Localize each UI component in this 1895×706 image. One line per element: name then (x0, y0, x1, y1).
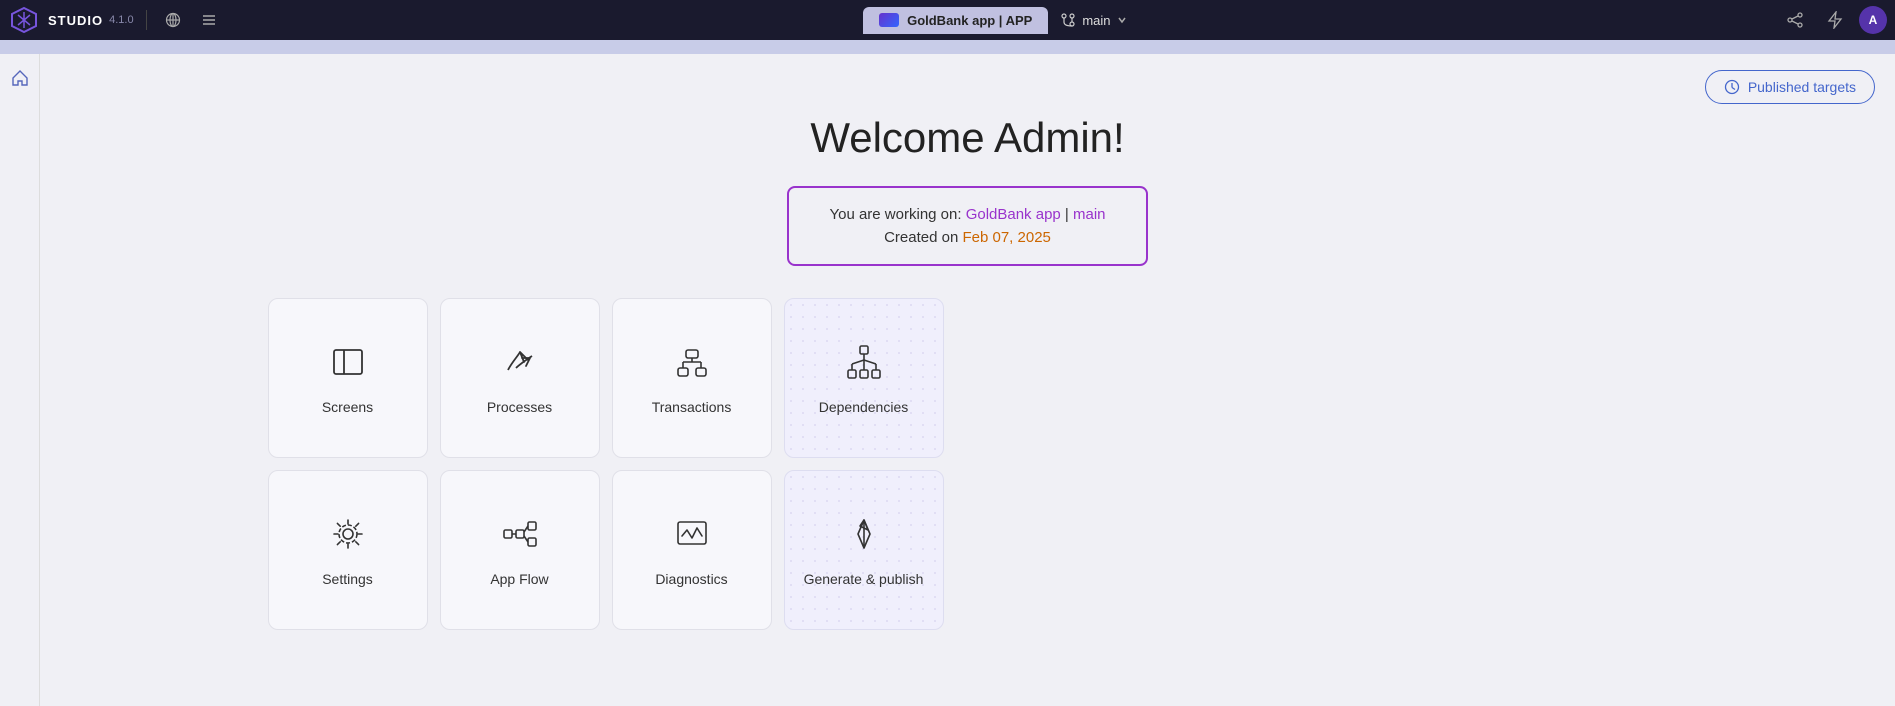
topbar: STUDIO 4.1.0 GoldBank app | APP (0, 0, 1895, 40)
created-on-prefix: Created on (884, 229, 962, 246)
topbar-divider (146, 10, 147, 30)
screens-icon (328, 342, 368, 389)
created-date: Feb 07, 2025 (962, 229, 1050, 246)
screens-label: Screens (322, 399, 373, 415)
branch-link[interactable]: main (1073, 206, 1106, 223)
main-content: Published targets Welcome Admin! You are… (40, 54, 1895, 706)
menu-icon[interactable] (195, 6, 223, 34)
studio-label: STUDIO (48, 13, 103, 28)
studio-brand: STUDIO 4.1.0 (48, 13, 134, 28)
user-avatar[interactable]: A (1859, 6, 1887, 34)
topbar-center: GoldBank app | APP main (231, 6, 1771, 34)
tile-generate-publish[interactable]: Generate & publish (784, 470, 944, 630)
transactions-label: Transactions (652, 399, 732, 415)
app-flow-label: App Flow (490, 571, 548, 587)
processes-icon (500, 342, 540, 389)
diagnostics-icon (672, 514, 712, 561)
settings-icon (328, 514, 368, 561)
app-tab-label: GoldBank app | APP (907, 13, 1032, 28)
working-on-text: You are working on: GoldBank app | main (829, 206, 1105, 223)
app-flow-icon (500, 514, 540, 561)
welcome-info-box: You are working on: GoldBank app | main … (787, 186, 1147, 266)
sidebar (0, 54, 40, 706)
secondary-bar (0, 40, 1895, 54)
home-icon[interactable] (4, 62, 36, 94)
share-icon[interactable] (1779, 4, 1811, 36)
app-link[interactable]: GoldBank app (966, 206, 1061, 223)
welcome-title: Welcome Admin! (810, 114, 1124, 162)
tile-app-flow[interactable]: App Flow (440, 470, 600, 630)
app-tab[interactable]: GoldBank app | APP (863, 7, 1048, 34)
tile-diagnostics[interactable]: Diagnostics (612, 470, 772, 630)
processes-label: Processes (487, 399, 552, 415)
lightning-icon[interactable] (1819, 4, 1851, 36)
tile-processes[interactable]: Processes (440, 298, 600, 458)
tile-screens[interactable]: Screens (268, 298, 428, 458)
welcome-section: Welcome Admin! You are working on: GoldB… (60, 114, 1875, 630)
branch-label: main (1082, 13, 1110, 28)
tile-transactions[interactable]: Transactions (612, 298, 772, 458)
generate-publish-icon (844, 514, 884, 561)
settings-label: Settings (322, 571, 373, 587)
studio-version: 4.1.0 (109, 14, 133, 26)
working-on-prefix: You are working on: (829, 206, 965, 223)
published-targets-label: Published targets (1748, 79, 1856, 95)
generate-publish-label: Generate & publish (804, 571, 924, 587)
branch-selector[interactable]: main (1048, 6, 1138, 34)
diagnostics-label: Diagnostics (655, 571, 727, 587)
globe-icon[interactable] (159, 6, 187, 34)
logo[interactable] (8, 4, 40, 36)
avatar-initial: A (1869, 13, 1878, 27)
dependencies-label: Dependencies (819, 399, 909, 415)
separator: | (1061, 206, 1073, 223)
topbar-right: A (1779, 4, 1887, 36)
dependencies-icon (844, 342, 884, 389)
created-on-text: Created on Feb 07, 2025 (829, 229, 1105, 246)
tiles-grid: Screens Processes (268, 298, 1668, 630)
app-icon (879, 13, 899, 27)
tile-dependencies[interactable]: Dependencies (784, 298, 944, 458)
published-targets-button[interactable]: Published targets (1705, 70, 1875, 104)
tile-settings[interactable]: Settings (268, 470, 428, 630)
transactions-icon (672, 342, 712, 389)
